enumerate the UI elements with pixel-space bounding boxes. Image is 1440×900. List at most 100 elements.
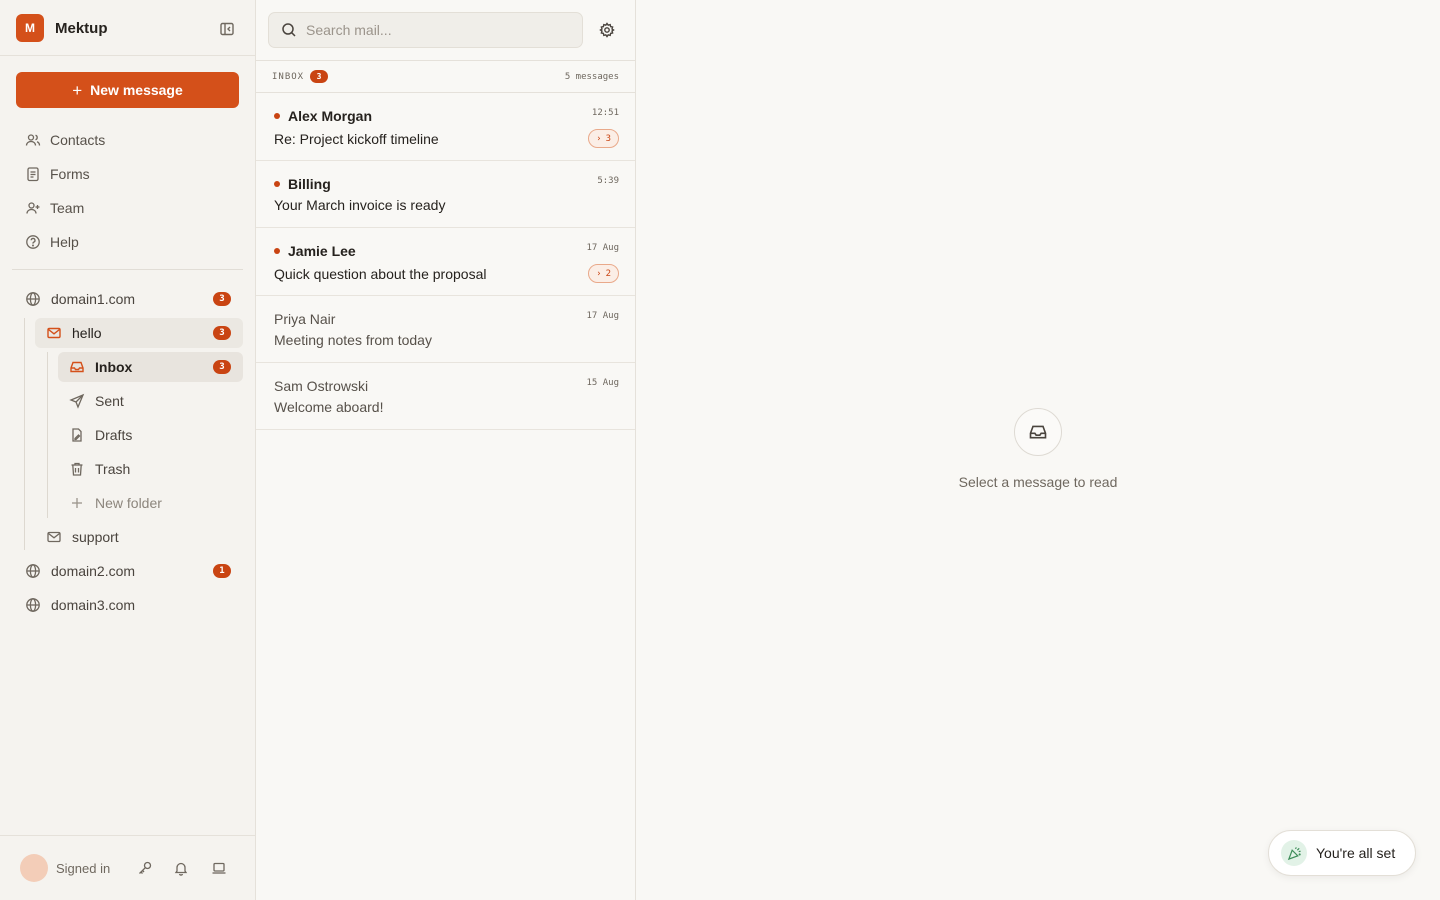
nav-item-contacts[interactable]: Contacts [16, 126, 243, 154]
unread-count-badge: 3 [310, 70, 329, 83]
message-time: 12:51 [591, 108, 619, 118]
thread-count-badge[interactable]: › 3 [588, 129, 619, 148]
divider [0, 55, 255, 56]
mail-icon [45, 528, 63, 546]
tree-domain3[interactable]: domain3.com [16, 590, 243, 620]
sidebar: M Mektup + New message Contacts Forms Te… [0, 0, 256, 900]
sender-name: Billing [288, 176, 331, 192]
globe-icon [24, 562, 42, 580]
tree-label: domain3.com [51, 597, 136, 613]
sender-name: Jamie Lee [288, 243, 356, 259]
tree-mailbox-hello[interactable]: hello 3 [35, 318, 243, 348]
message-time: 17 Aug [586, 311, 619, 321]
message-sender: Sam Ostrowski [274, 378, 368, 394]
message-row[interactable]: Priya Nair Meeting notes from today 17 A… [256, 296, 635, 363]
mail-icon [45, 324, 63, 342]
tree-label: support [72, 529, 119, 545]
tree-label: Inbox [95, 359, 133, 375]
avatar [20, 854, 48, 882]
key-icon[interactable] [135, 858, 155, 878]
globe-icon [24, 290, 42, 308]
message-sender: Jamie Lee [274, 243, 356, 259]
globe-icon [24, 596, 42, 614]
help-icon [24, 233, 42, 251]
unread-dot [274, 248, 280, 254]
app-logo: M [16, 14, 44, 42]
message-subject: Re: Project kickoff timeline [274, 131, 439, 147]
settings-gear-icon[interactable] [597, 20, 617, 40]
message-subject: Quick question about the proposal [274, 266, 487, 282]
nav-item-label: Forms [50, 166, 90, 182]
tree-label: domain1.com [51, 291, 136, 307]
tree-guide [24, 318, 25, 550]
message-subject: Meeting notes from today [274, 332, 432, 348]
party-popper-icon [1281, 840, 1307, 866]
message-total: 5 messages [564, 71, 619, 82]
contacts-icon [24, 131, 42, 149]
inbox-icon [1014, 408, 1062, 456]
divider [12, 269, 243, 270]
search-box[interactable] [268, 12, 583, 48]
folder-drafts[interactable]: Drafts [58, 420, 243, 450]
unread-dot [274, 113, 280, 119]
message-sender: Billing [274, 176, 331, 192]
trash-icon [68, 460, 86, 478]
tree-domain2[interactable]: domain2.com 1 [16, 556, 243, 586]
sender-name: Priya Nair [274, 311, 336, 327]
tree-label: Sent [95, 393, 124, 409]
nav-item-label: Team [50, 200, 85, 216]
message-subject: Your March invoice is ready [274, 197, 446, 213]
sidebar-collapse-icon[interactable] [216, 18, 238, 40]
nav-item-label: Help [50, 234, 79, 250]
chevron-right-icon: › [596, 268, 602, 279]
brand: M Mektup [16, 14, 240, 42]
folder-title: INBOX [272, 71, 305, 82]
folder-inbox[interactable]: Inbox 3 [58, 352, 243, 382]
laptop-icon[interactable] [209, 858, 229, 878]
list-header: INBOX 3 5 messages [256, 60, 635, 93]
thread-count-badge[interactable]: › 2 [588, 264, 619, 283]
chevron-right-icon: › [596, 133, 602, 144]
nav-item-team[interactable]: Team [16, 194, 243, 222]
reading-pane: Select a message to read [636, 0, 1440, 900]
nav-item-forms[interactable]: Forms [16, 160, 243, 188]
unread-badge: 3 [213, 360, 231, 374]
unread-badge: 1 [213, 564, 231, 578]
message-list-pane: INBOX 3 5 messages Alex Morgan Re: Proje… [256, 0, 636, 900]
toast-label: You're all set [1316, 845, 1396, 861]
nav-item-label: Contacts [50, 132, 106, 148]
folder-trash[interactable]: Trash [58, 454, 243, 484]
search-icon [280, 21, 298, 39]
drafts-icon [68, 426, 86, 444]
tree-label: hello [72, 325, 102, 341]
thread-count: 2 [605, 268, 611, 279]
unread-badge: 3 [213, 292, 231, 306]
app-name: Mektup [55, 19, 108, 37]
tree-mailbox-support[interactable]: support [35, 522, 243, 552]
message-row[interactable]: Sam Ostrowski Welcome aboard! 15 Aug [256, 363, 635, 430]
tree-domain1[interactable]: domain1.com 3 [16, 284, 243, 314]
account[interactable]: Signed in [20, 854, 110, 882]
bell-icon[interactable] [171, 858, 191, 878]
message-sender: Alex Morgan [274, 108, 372, 124]
tree-label: domain2.com [51, 563, 136, 579]
unread-dot [274, 181, 280, 187]
nav-item-help[interactable]: Help [16, 228, 243, 256]
new-folder-button[interactable]: New folder [58, 488, 243, 518]
plus-icon: + [72, 80, 83, 100]
new-message-button[interactable]: + New message [16, 72, 239, 108]
folder-sent[interactable]: Sent [58, 386, 243, 416]
unread-badge: 3 [213, 326, 231, 340]
plus-icon [68, 494, 86, 512]
message-row[interactable]: Jamie Lee Quick question about the propo… [256, 228, 635, 296]
message-subject: Welcome aboard! [274, 399, 384, 415]
tree-guide [47, 352, 48, 518]
message-row[interactable]: Alex Morgan Re: Project kickoff timeline… [256, 93, 635, 161]
message-sender: Priya Nair [274, 311, 335, 327]
message-row[interactable]: Billing Your March invoice is ready 5:39 [256, 161, 635, 228]
tree-label: Trash [95, 461, 131, 477]
search-input[interactable] [306, 22, 566, 38]
status-toast[interactable]: You're all set [1268, 830, 1416, 876]
inbox-icon [68, 358, 86, 376]
send-icon [68, 392, 86, 410]
